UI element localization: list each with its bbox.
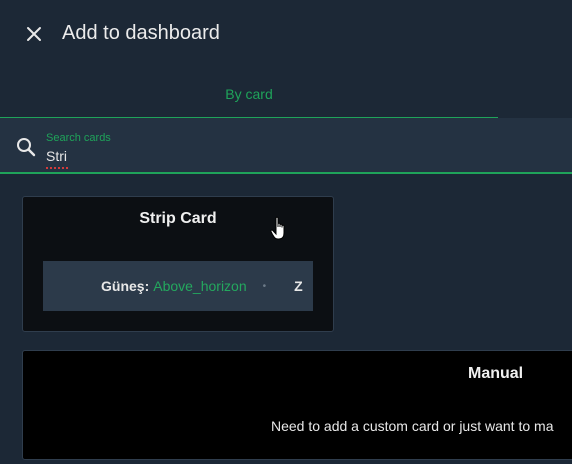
tab-label: By card [225, 86, 273, 102]
search-input[interactable] [46, 146, 526, 166]
entity-name: Güneş: [101, 278, 150, 294]
search-field[interactable]: Search cards [0, 118, 572, 174]
manual-card-option[interactable]: Manual Need to add a custom card or just… [22, 350, 572, 460]
close-button[interactable] [18, 20, 50, 52]
card-title: Manual [468, 365, 524, 382]
search-icon [15, 136, 37, 158]
card-title: Strip Card [139, 210, 217, 227]
card-description: Need to add a custom card or just want t… [271, 418, 554, 434]
tab-bar: By card [0, 70, 572, 119]
tab-by-card[interactable]: By card [0, 70, 498, 119]
next-entity-name: Z [294, 278, 303, 294]
spellcheck-underline [46, 165, 68, 169]
dialog-header: Add to dashboard [0, 0, 572, 70]
close-icon [25, 25, 43, 48]
strip-card-preview: Güneş: Above_horizon • Z [43, 261, 313, 311]
strip-card-option[interactable]: Strip Card Güneş: Above_horizon • Z [22, 196, 334, 332]
entity-state: Above_horizon [153, 278, 247, 294]
entity-separator: • [262, 281, 267, 292]
search-label: Search cards [46, 132, 111, 144]
dialog-title: Add to dashboard [62, 22, 220, 44]
